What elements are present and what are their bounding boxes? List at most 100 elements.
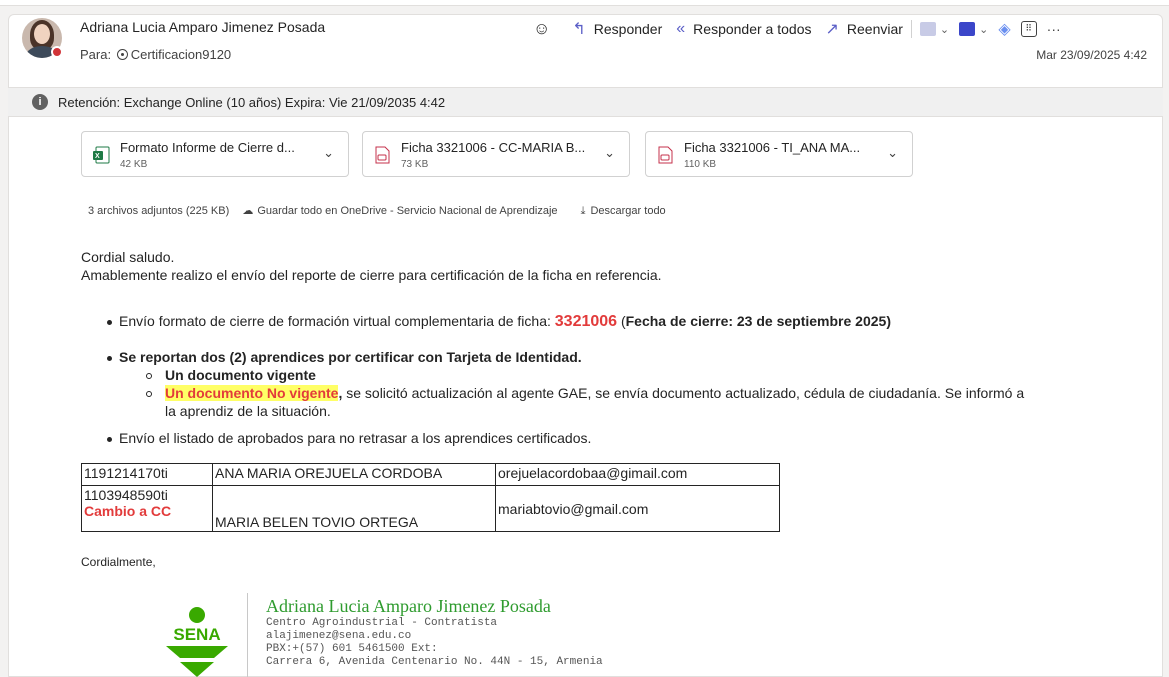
student-name: ANA MARIA OREJUELA CORDOBA xyxy=(215,465,443,481)
download-all-label: Descargar todo xyxy=(590,205,666,217)
group-icon xyxy=(116,49,128,60)
diamond-icon: ◈ xyxy=(998,21,1011,38)
chevron-down-icon[interactable]: ⌄ xyxy=(323,145,334,161)
signature-name: Adriana Lucia Amparo Jimenez Posada xyxy=(266,596,551,616)
pdf-icon xyxy=(959,22,976,36)
ficha-number: 3321006 xyxy=(554,313,618,330)
svg-text:X: X xyxy=(95,153,100,160)
recipient-name[interactable]: Certificacion9120 xyxy=(131,47,231,62)
pdf-file-icon xyxy=(375,146,390,164)
to-label: Para: xyxy=(80,47,112,62)
reply-all-label: Responder a todos xyxy=(693,21,812,37)
save-onedrive-button[interactable]: ☁ Guardar todo en OneDrive - Servicio Nac… xyxy=(242,205,567,217)
sub-bullet-circle xyxy=(146,391,152,397)
share-icon xyxy=(919,22,936,36)
excel-file-icon: X xyxy=(93,146,110,164)
table-cell-email: orejuelacordobaa@gimail.com xyxy=(495,463,780,486)
closing: Cordialmente, xyxy=(81,555,156,569)
signature-email[interactable]: alajimenez@sena.edu.co xyxy=(266,630,411,642)
reply-label: Responder xyxy=(593,21,663,37)
no-vigente-text: se solicitó actualización al agente GAE,… xyxy=(342,385,1025,401)
forward-button[interactable]: ↗ Reenviar xyxy=(825,19,902,39)
toolbar-divider xyxy=(910,20,912,38)
pdf-file-icon xyxy=(658,146,673,164)
change-note: Cambio a CC xyxy=(84,503,172,519)
sub-bullet-no-vigente-cont: la aprendiz de la situación. xyxy=(165,403,331,419)
loop-button[interactable]: ◈ xyxy=(998,19,1010,39)
presence-busy-icon xyxy=(51,46,63,58)
chevron-down-icon: ⌄ xyxy=(979,23,989,36)
sent-date: Mar 23/09/2025 4:42 xyxy=(1036,48,1147,62)
attachments-count: 3 archivos adjuntos (225 KB) xyxy=(88,205,230,217)
chevron-down-icon[interactable]: ⌄ xyxy=(604,145,615,161)
attachment-size: 73 KB xyxy=(401,159,429,170)
retention-text: Retención: Exchange Online (10 años) Exp… xyxy=(58,94,446,110)
student-name: MARIA BELEN TOVIO ORTEGA xyxy=(215,514,419,530)
table-cell-name: ANA MARIA OREJUELA CORDOBA xyxy=(212,463,496,486)
chevron-down-icon: ⌄ xyxy=(939,23,950,36)
message-actions: ☺ ↰ Responder « Responder a todos ↗ Reenvia… xyxy=(533,17,1071,41)
attachment-card[interactable]: Ficha 3321006 - TI_ANA MA... 110 KB ⌄ xyxy=(645,131,913,177)
closing-date: Fecha de cierre: 23 de septiembre 2025) xyxy=(625,313,891,329)
aprendices-table: 1191214170ti ANA MARIA OREJUELA CORDOBA … xyxy=(81,463,780,532)
table-row: 1191214170ti ANA MARIA OREJUELA CORDOBA … xyxy=(81,463,780,486)
bullet-aprendices: Se reportan dos (2) aprendices por certi… xyxy=(119,349,582,365)
greeting: Cordial saludo. xyxy=(81,249,175,265)
sena-logo-text: SENA xyxy=(173,625,220,644)
ficha-text: Envío formato de cierre de formación vir… xyxy=(119,313,555,329)
table-cell-id: 1103948590ti Cambio a CC xyxy=(81,485,213,532)
sender-name[interactable]: Adriana Lucia Amparo Jimenez Posada xyxy=(80,19,325,35)
table-cell-name: MARIA BELEN TOVIO ORTEGA xyxy=(212,485,496,532)
apps-button[interactable]: ⠿ xyxy=(1020,21,1037,37)
bullet-listado: Envío el listado de aprobados para no re… xyxy=(119,430,592,446)
doc-id: 1103948590ti xyxy=(84,487,168,503)
sub-bullet-vigente: Un documento vigente xyxy=(165,367,316,383)
download-icon: ⤓ xyxy=(580,205,586,217)
signature-address: Carrera 6, Avenida Centenario No. 44N - … xyxy=(266,656,603,668)
info-icon: i xyxy=(32,94,48,110)
table-cell-email: mariabtovio@gmail.com xyxy=(495,485,780,532)
table-row: 1103948590ti Cambio a CC MARIA BELEN TOVI… xyxy=(81,485,780,532)
attachment-size: 110 KB xyxy=(684,159,717,170)
reply-button[interactable]: ↰ Responder xyxy=(572,19,662,39)
reply-all-button[interactable]: « Responder a todos xyxy=(676,20,811,38)
attachment-card[interactable]: X Formato Informe de Cierre d... 42 KB ⌄ xyxy=(81,131,349,177)
sub-bullet-no-vigente: Un documento No vigente, se solicitó act… xyxy=(165,385,1024,401)
avatar-face xyxy=(34,24,50,44)
chevron-down-icon[interactable]: ⌄ xyxy=(887,145,898,161)
no-vigente-highlight: Un documento No vigente xyxy=(165,385,339,401)
emoji-button[interactable]: ☺ xyxy=(533,19,558,39)
bullet-dot xyxy=(107,356,112,361)
signature-divider xyxy=(247,593,248,677)
pdf-addin-button[interactable]: ⌄ xyxy=(959,22,988,36)
attachment-name: Ficha 3321006 - TI_ANA MA... xyxy=(684,140,861,155)
reading-pane: Adriana Lucia Amparo Jimenez Posada Para… xyxy=(0,0,1169,677)
attachment-name: Ficha 3321006 - CC-MARIA B... xyxy=(401,140,586,155)
signature-role: Centro Agroindustrial - Contratista xyxy=(266,617,498,629)
forward-icon: ↗ xyxy=(825,21,839,38)
student-email[interactable]: orejuelacordobaa@gimail.com xyxy=(498,465,687,481)
bullet-dot xyxy=(107,320,112,325)
student-email[interactable]: mariabtovio@gmail.com xyxy=(498,501,648,517)
table-cell-id: 1191214170ti xyxy=(81,463,213,486)
recipient-line: Para: Certificacion9120 xyxy=(80,47,231,62)
sena-logo: SENA xyxy=(166,607,228,677)
attachment-name: Formato Informe de Cierre d... xyxy=(120,140,295,155)
teams-share-button[interactable]: ⌄ xyxy=(919,22,950,36)
more-button[interactable]: ··· xyxy=(1047,21,1061,37)
top-divider xyxy=(0,0,1169,6)
signature-phone: PBX:+(57) 601 5461500 Ext: xyxy=(266,643,438,655)
download-all-button[interactable]: ⤓ Descargar todo xyxy=(581,205,676,217)
reply-all-icon: « xyxy=(676,20,686,37)
sub-bullet-circle xyxy=(146,373,152,379)
cloud-icon: ☁ xyxy=(242,205,254,217)
forward-label: Reenviar xyxy=(846,21,903,37)
attachments-summary: 3 archivos adjuntos (225 KB) ☁ Guardar to… xyxy=(88,204,686,218)
attachment-card[interactable]: Ficha 3321006 - CC-MARIA B... 73 KB ⌄ xyxy=(362,131,630,177)
attachment-size: 42 KB xyxy=(120,159,148,170)
retention-bar: i Retención: Exchange Online (10 años) E… xyxy=(8,87,1163,117)
apps-icon: ⠿ xyxy=(1020,21,1037,37)
more-icon: ··· xyxy=(1046,21,1061,37)
bullet-dot xyxy=(107,437,112,442)
intro-paragraph: Amablemente realizo el envío del reporte… xyxy=(81,267,662,283)
